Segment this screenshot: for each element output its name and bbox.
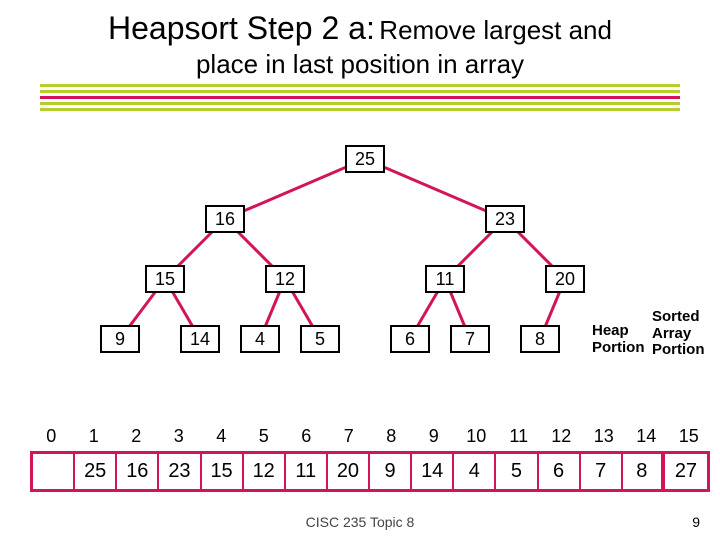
cell-6: 11 [286, 454, 328, 489]
tree-node-8: 14 [180, 325, 220, 353]
idx-12: 12 [540, 426, 583, 447]
array-area: 0 1 2 3 4 5 6 7 8 9 10 11 12 13 14 15 25… [30, 426, 710, 492]
tree-node-3: 15 [145, 265, 185, 293]
cell-15: 27 [665, 454, 707, 489]
cell-1: 25 [75, 454, 117, 489]
idx-10: 10 [455, 426, 498, 447]
legend-sorted: Sorted Array Portion [652, 309, 705, 359]
slide-title: Heapsort Step 2 a: Remove largest and pl… [0, 0, 720, 84]
heap-tree: 25 16 23 15 12 11 20 9 14 4 5 6 7 8 Heap… [0, 129, 720, 389]
cell-14: 8 [623, 454, 665, 489]
array-row: 25 16 23 15 12 11 20 9 14 4 5 6 7 8 27 [30, 451, 710, 492]
cell-11: 5 [496, 454, 538, 489]
idx-11: 11 [498, 426, 541, 447]
footer-text: CISC 235 Topic 8 [0, 514, 720, 530]
array-index-row: 0 1 2 3 4 5 6 7 8 9 10 11 12 13 14 15 [30, 426, 710, 447]
cell-12: 6 [539, 454, 581, 489]
idx-5: 5 [243, 426, 286, 447]
idx-3: 3 [158, 426, 201, 447]
tree-node-6: 20 [545, 265, 585, 293]
legend-heap-l1: Heap [592, 323, 645, 340]
idx-0: 0 [30, 426, 73, 447]
tree-node-2: 23 [485, 205, 525, 233]
idx-4: 4 [200, 426, 243, 447]
title-main: Heapsort Step 2 a: [108, 10, 375, 46]
legend-sorted-l1: Sorted [652, 309, 705, 326]
title-rules [40, 84, 680, 111]
tree-node-0: 25 [345, 145, 385, 173]
idx-9: 9 [413, 426, 456, 447]
idx-2: 2 [115, 426, 158, 447]
legend-heap: Heap Portion [592, 323, 645, 356]
idx-7: 7 [328, 426, 371, 447]
tree-node-12: 7 [450, 325, 490, 353]
idx-13: 13 [583, 426, 626, 447]
legend-sorted-l3: Portion [652, 342, 705, 359]
tree-node-13: 8 [520, 325, 560, 353]
idx-14: 14 [625, 426, 668, 447]
tree-node-11: 6 [390, 325, 430, 353]
title-sub: Remove largest and [379, 15, 612, 45]
cell-7: 20 [328, 454, 370, 489]
tree-node-5: 11 [425, 265, 465, 293]
tree-node-4: 12 [265, 265, 305, 293]
tree-node-9: 4 [240, 325, 280, 353]
cell-9: 14 [412, 454, 454, 489]
idx-8: 8 [370, 426, 413, 447]
cell-13: 7 [581, 454, 623, 489]
cell-4: 15 [202, 454, 244, 489]
cell-3: 23 [159, 454, 201, 489]
idx-15: 15 [668, 426, 711, 447]
idx-6: 6 [285, 426, 328, 447]
idx-1: 1 [73, 426, 116, 447]
cell-8: 9 [370, 454, 412, 489]
legend-heap-l2: Portion [592, 340, 645, 357]
cell-5: 12 [244, 454, 286, 489]
cell-10: 4 [454, 454, 496, 489]
legend-sorted-l2: Array [652, 326, 705, 343]
tree-node-10: 5 [300, 325, 340, 353]
cell-2: 16 [117, 454, 159, 489]
tree-node-1: 16 [205, 205, 245, 233]
page-number: 9 [692, 514, 700, 530]
title-line2: place in last position in array [20, 49, 700, 80]
cell-0 [33, 454, 75, 489]
tree-node-7: 9 [100, 325, 140, 353]
